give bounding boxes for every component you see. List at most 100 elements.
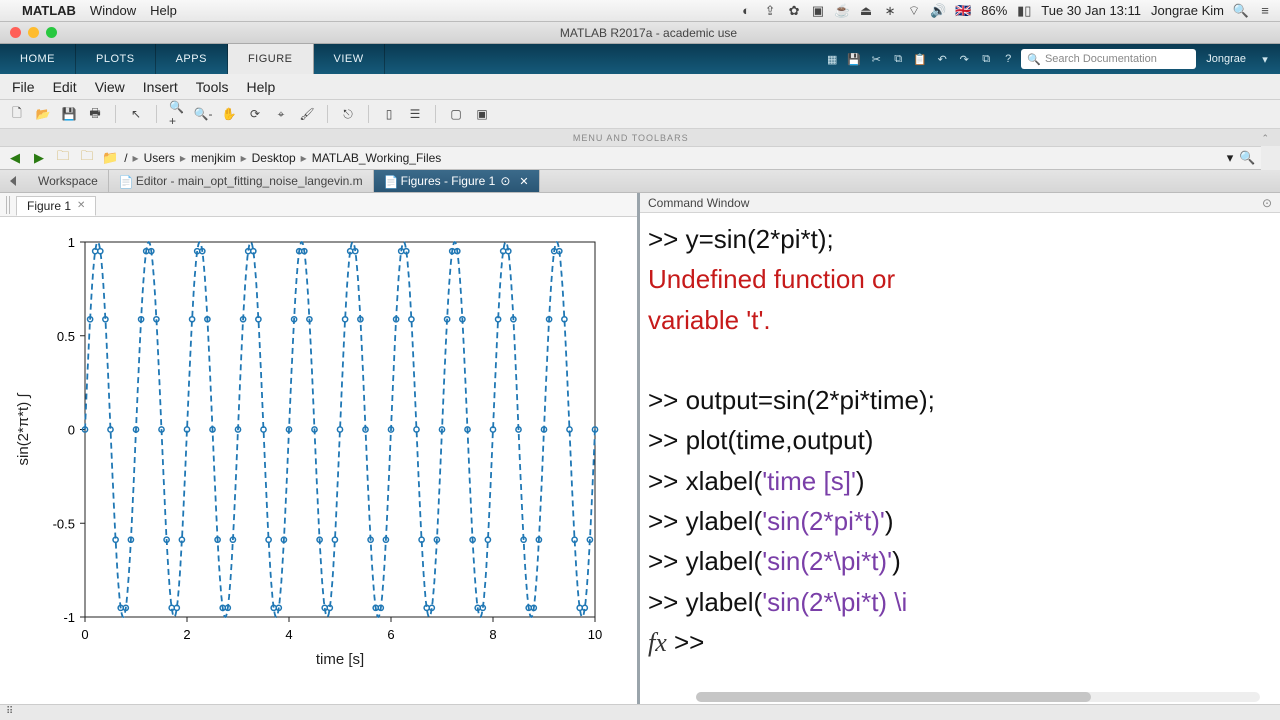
zoom-window-button[interactable]: [46, 27, 57, 38]
panel-tab[interactable]: 📄Figures - Figure 1 ⊙✕: [374, 170, 540, 192]
horizontal-scrollbar[interactable]: [696, 692, 1260, 702]
undo-icon[interactable]: ↶: [933, 50, 951, 68]
redo-icon[interactable]: ↷: [955, 50, 973, 68]
menus-toolbars-label: MENU AND TOOLBARS ⌃: [0, 128, 1280, 146]
svg-text:1: 1: [68, 235, 75, 250]
paste-icon[interactable]: 📋: [911, 50, 929, 68]
toolstrip-icon[interactable]: ⧉: [977, 50, 995, 68]
window-title-bar: MATLAB R2017a - academic use: [0, 22, 1280, 44]
figure-menu-bar: File Edit View Insert Tools Help: [0, 74, 1280, 100]
close-tab-icon[interactable]: ✕: [519, 175, 528, 188]
forward-icon[interactable]: ▶: [30, 149, 48, 167]
user-name[interactable]: Jongrae Kim: [1151, 3, 1224, 18]
notification-center-icon[interactable]: ≡: [1258, 4, 1272, 18]
dropbox-icon[interactable]: ⇪: [763, 4, 777, 18]
panel-tab[interactable]: 📄Editor - main_opt_fitting_noise_langevi…: [109, 170, 374, 192]
colorbar-icon[interactable]: ▯: [380, 105, 398, 123]
menu-window[interactable]: Window: [90, 3, 136, 18]
print-icon[interactable]: 🖶: [86, 105, 104, 123]
search-documentation-input[interactable]: 🔍 Search Documentation: [1021, 49, 1196, 69]
link-plot-icon[interactable]: ⎋: [339, 105, 357, 123]
dropdown-icon[interactable]: ▾: [1256, 50, 1274, 68]
svg-text:-0.5: -0.5: [53, 516, 75, 531]
menu-view[interactable]: View: [95, 79, 125, 95]
close-tab-icon[interactable]: ✕: [77, 200, 85, 211]
signed-in-user[interactable]: Jongrae: [1200, 53, 1252, 65]
minimize-window-button[interactable]: [28, 27, 39, 38]
spotlight-icon[interactable]: 🔍: [1234, 4, 1248, 18]
tray-icon[interactable]: ◐: [739, 4, 753, 18]
close-window-button[interactable]: [10, 27, 21, 38]
battery-icon[interactable]: ▮▯: [1017, 4, 1031, 18]
toolstrip-tab-apps[interactable]: APPS: [156, 44, 228, 74]
command-window[interactable]: >> y=sin(2*pi*t);Undefined function orva…: [640, 213, 1280, 704]
legend-icon[interactable]: ☰: [406, 105, 424, 123]
panel-tab[interactable]: Workspace: [0, 170, 109, 192]
svg-text:sin(2*π*t) ∫: sin(2*π*t) ∫: [15, 392, 32, 466]
figures-pane: Figure 1 ✕ 0246810-1-0.500.51time [s]sin…: [0, 193, 640, 704]
wifi-icon[interactable]: ⌔: [907, 4, 921, 18]
data-cursor-icon[interactable]: ⌖: [272, 105, 290, 123]
breadcrumb[interactable]: /▸Users▸menjkim▸Desktop▸MATLAB_Working_F…: [124, 151, 441, 165]
copy-icon[interactable]: ⧉: [889, 50, 907, 68]
toolstrip-tab-view[interactable]: VIEW: [314, 44, 385, 74]
tray-icon[interactable]: ✿: [787, 4, 801, 18]
svg-text:8: 8: [489, 627, 496, 642]
show-plot-tools-icon[interactable]: ▣: [473, 105, 491, 123]
hide-plot-tools-icon[interactable]: ▢: [447, 105, 465, 123]
menu-file[interactable]: File: [12, 79, 35, 95]
brush-icon[interactable]: 🖌: [298, 105, 316, 123]
current-folder-bar: ◀ ▶ 🗀 🗀 📁 /▸Users▸menjkim▸Desktop▸MATLAB…: [0, 146, 1261, 170]
command-window-title: Command Window: [648, 196, 749, 210]
toolstrip-icon[interactable]: ▦: [823, 50, 841, 68]
edit-plot-icon[interactable]: ↖: [127, 105, 145, 123]
figure-toolbar: 🗋 📂 💾 🖶 ↖ 🔍+ 🔍- ✋ ⟳ ⌖ 🖌 ⎋ ▯ ☰ ▢ ▣: [0, 100, 1280, 128]
svg-text:-1: -1: [63, 610, 75, 625]
drag-handle[interactable]: [6, 196, 12, 214]
status-bar: ⠿: [0, 704, 1280, 720]
toolstrip: HOMEPLOTSAPPSFIGUREVIEW ▦ 💾 ✂ ⧉ 📋 ↶ ↷ ⧉ …: [0, 44, 1280, 74]
bluetooth-icon[interactable]: ∗: [883, 4, 897, 18]
zoom-out-icon[interactable]: 🔍-: [194, 105, 212, 123]
tray-icon[interactable]: ☕: [835, 4, 849, 18]
menu-tools[interactable]: Tools: [196, 79, 229, 95]
help-icon[interactable]: ?: [999, 50, 1017, 68]
app-name[interactable]: MATLAB: [22, 3, 76, 18]
svg-text:6: 6: [387, 627, 394, 642]
back-icon[interactable]: ◀: [6, 149, 24, 167]
save-icon[interactable]: 💾: [845, 50, 863, 68]
rotate3d-icon[interactable]: ⟳: [246, 105, 264, 123]
browse-folder-icon[interactable]: 🗀: [78, 149, 96, 167]
figure-tab[interactable]: Figure 1 ✕: [16, 196, 96, 216]
collapse-toolstrip-icon[interactable]: ⌃: [1261, 129, 1280, 147]
toolstrip-tab-figure[interactable]: FIGURE: [228, 44, 314, 74]
keyboard-flag[interactable]: 🇬🇧: [955, 3, 971, 19]
clock[interactable]: Tue 30 Jan 13:11: [1041, 3, 1141, 18]
svg-text:4: 4: [285, 627, 292, 642]
plot-axes[interactable]: 0246810-1-0.500.51time [s]sin(2*π*t) ∫: [10, 227, 625, 672]
menu-help[interactable]: Help: [150, 3, 177, 18]
volume-icon[interactable]: 🔊: [931, 4, 945, 18]
cut-icon[interactable]: ✂: [867, 50, 885, 68]
zoom-in-icon[interactable]: 🔍+: [168, 105, 186, 123]
tray-icon[interactable]: ▣: [811, 4, 825, 18]
battery-percent[interactable]: 86%: [981, 3, 1007, 18]
svg-text:0.5: 0.5: [57, 329, 75, 344]
menu-insert[interactable]: Insert: [143, 79, 178, 95]
pan-icon[interactable]: ✋: [220, 105, 238, 123]
open-icon[interactable]: 📂: [34, 105, 52, 123]
toolstrip-tab-plots[interactable]: PLOTS: [76, 44, 156, 74]
menu-help[interactable]: Help: [246, 79, 275, 95]
new-figure-icon[interactable]: 🗋: [8, 105, 26, 123]
save-figure-icon[interactable]: 💾: [60, 105, 78, 123]
folder-icon: 📁: [102, 150, 118, 166]
svg-text:2: 2: [183, 627, 190, 642]
dock-icon[interactable]: ⊙: [1262, 196, 1272, 210]
menu-edit[interactable]: Edit: [53, 79, 77, 95]
tray-icon[interactable]: ⏏: [859, 4, 873, 18]
toolstrip-tab-home[interactable]: HOME: [0, 44, 76, 74]
search-folder-icon[interactable]: 🔍: [1239, 150, 1255, 166]
breadcrumb-dropdown-icon[interactable]: ▾: [1227, 150, 1234, 166]
command-window-pane: Command Window ⊙ >> y=sin(2*pi*t);Undefi…: [640, 193, 1280, 704]
up-folder-icon[interactable]: 🗀: [54, 149, 72, 167]
